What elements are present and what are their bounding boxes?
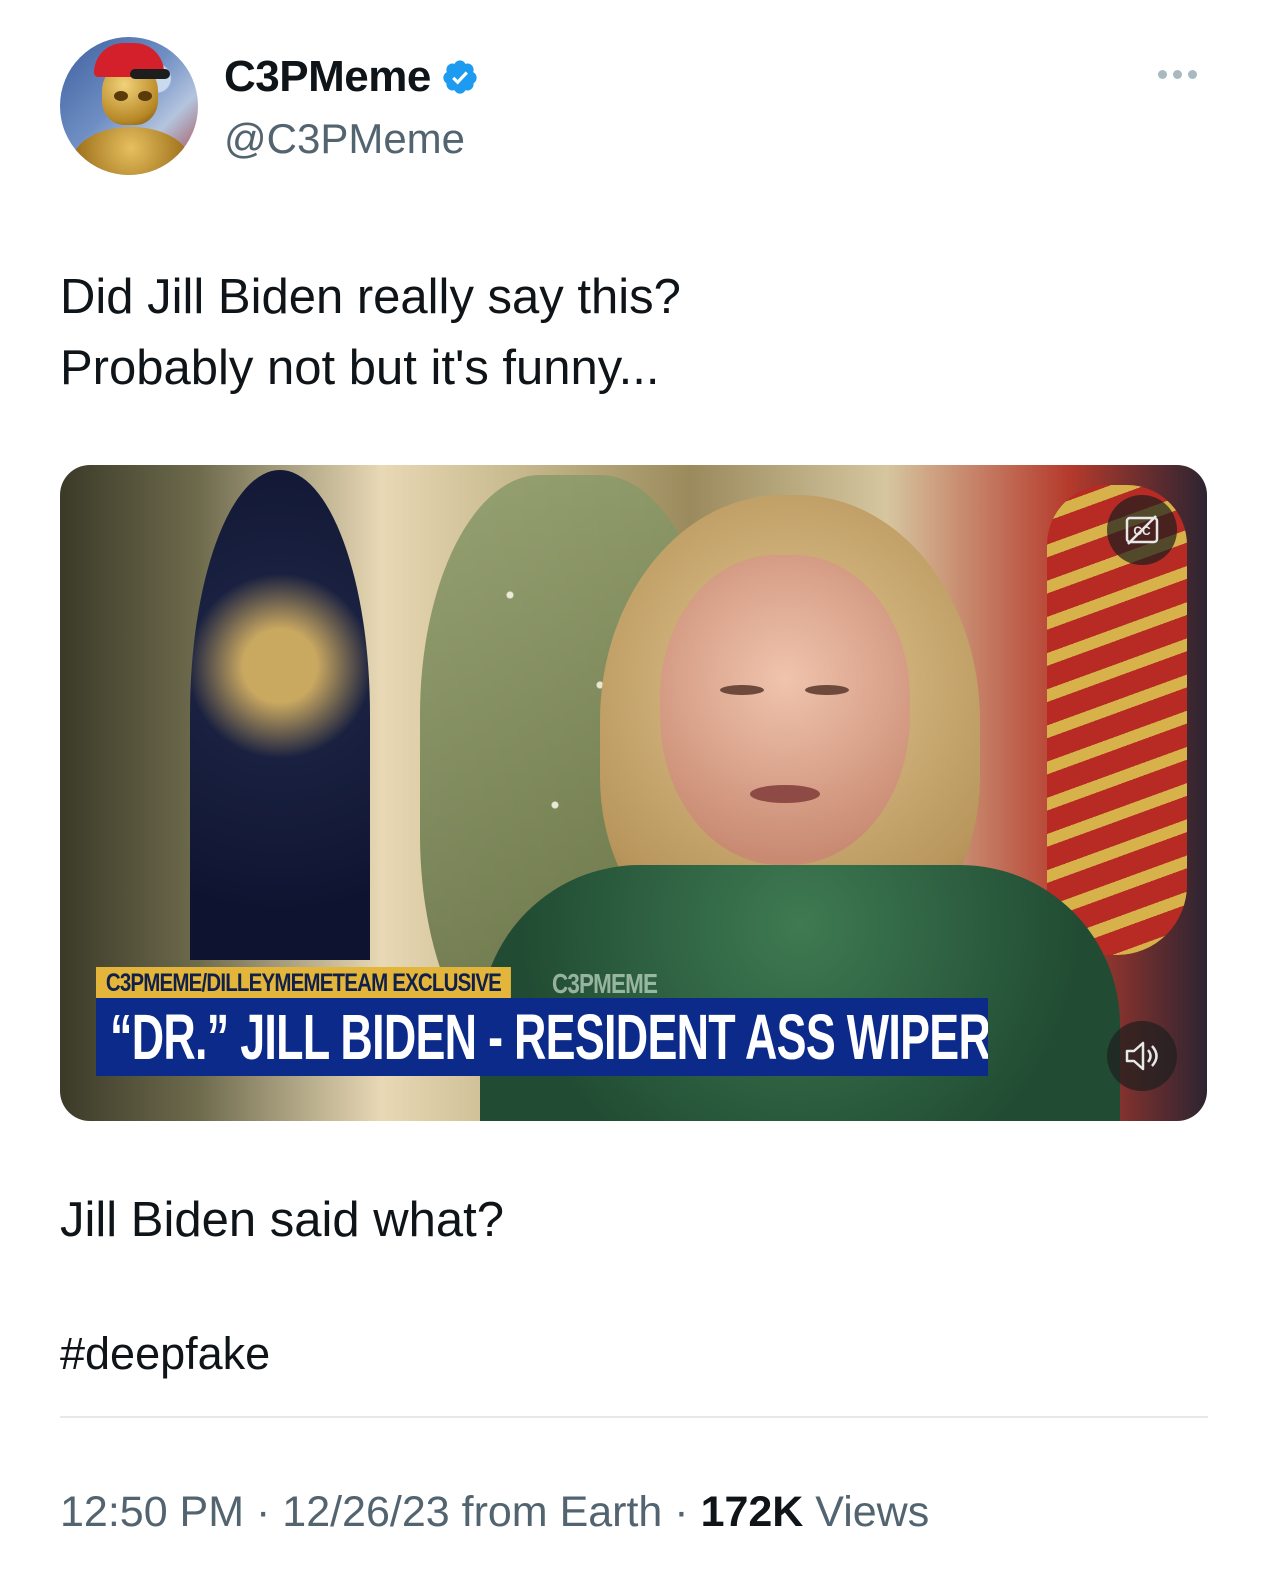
meta-separator: · — [244, 1488, 283, 1536]
author-name-row[interactable]: C3PMeme — [224, 52, 479, 102]
person-eye-left — [720, 685, 764, 695]
person-face — [660, 555, 910, 865]
more-dot — [1173, 70, 1182, 79]
chyron-main-text: “DR.” JILL BIDEN - RESIDENT ASS WIPER — [110, 1001, 988, 1073]
background-flag — [190, 470, 370, 960]
more-dot — [1188, 70, 1197, 79]
tweet-metadata: 12:50 PM · 12/26/23 from Earth · 172K Vi… — [60, 1488, 929, 1537]
tweet-date[interactable]: 12/26/23 — [282, 1488, 449, 1536]
video-watermark: C3PMEME — [552, 968, 658, 999]
tweet-text-continued: Jill Biden said what? — [60, 1193, 504, 1247]
background-stocking — [1047, 485, 1187, 955]
author-avatar[interactable] — [60, 37, 198, 175]
author-handle[interactable]: @C3PMeme — [224, 115, 465, 163]
verified-badge-icon — [443, 60, 477, 94]
tweet-source: from Earth — [449, 1488, 663, 1536]
hashtag-link[interactable]: #deepfake — [60, 1328, 270, 1380]
divider — [60, 1416, 1208, 1418]
person-mouth — [750, 785, 820, 803]
avatar-eye-right — [138, 91, 152, 101]
person-eye-right — [805, 685, 849, 695]
meta-separator: · — [662, 1488, 701, 1536]
more-dot — [1158, 70, 1167, 79]
captions-button[interactable]: CC — [1107, 495, 1177, 565]
more-options-icon[interactable] — [1158, 70, 1197, 79]
closed-captions-icon: CC — [1125, 515, 1159, 545]
views-label: Views — [803, 1488, 930, 1536]
avatar-figure-body — [72, 127, 190, 175]
chyron-top-label: C3PMEME/DILLEYMEMETEAM EXCLUSIVE — [96, 967, 511, 999]
tweet-text-line: Probably not but it's funny... — [60, 341, 660, 395]
volume-button[interactable] — [1107, 1021, 1177, 1091]
views-count[interactable]: 172K — [701, 1488, 804, 1536]
author-display-name[interactable]: C3PMeme — [224, 52, 431, 102]
video-player[interactable]: C3PMEME/DILLEYMEMETEAM EXCLUSIVE C3PMEME… — [60, 465, 1207, 1121]
chyron-main-label: “DR.” JILL BIDEN - RESIDENT ASS WIPER — [96, 998, 988, 1076]
volume-muted-icon — [1125, 1041, 1158, 1071]
avatar-eye-left — [114, 91, 128, 101]
tweet-time[interactable]: 12:50 PM — [60, 1488, 244, 1536]
tweet-text: Did Jill Biden really say this? Probably… — [60, 262, 681, 404]
tweet-text-line: Did Jill Biden really say this? — [60, 270, 681, 324]
avatar-hat-brim — [130, 69, 170, 79]
